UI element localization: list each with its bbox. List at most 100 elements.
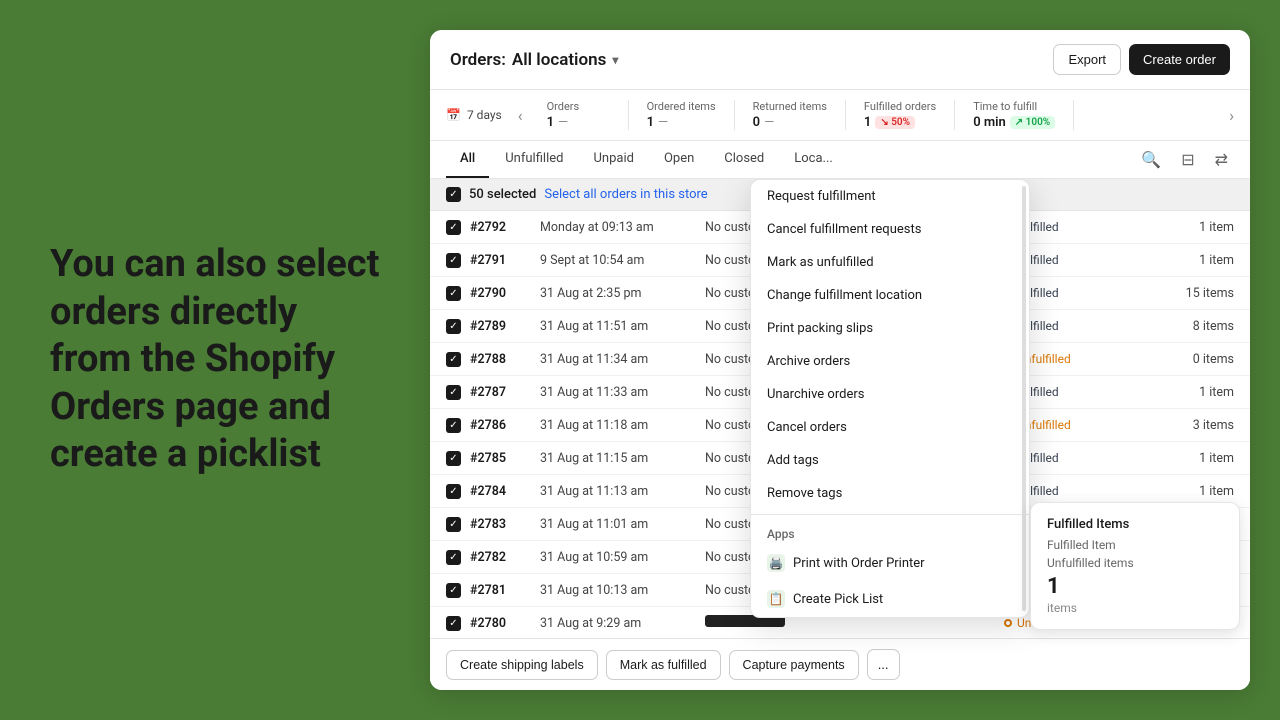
bottom-bar: Create shipping labels Mark as fulfilled… [430,638,1250,690]
dropdown-item[interactable]: Cancel fulfillment requests [751,213,1029,246]
orders-title-text: Orders: [450,50,506,70]
orders-title: Orders: All locations ▾ [450,50,618,70]
info-popup-items-label: items [1047,601,1223,615]
dropdown-item[interactable]: Add tags [751,444,1029,477]
stats-date[interactable]: 📅 7 days [446,108,502,122]
info-popup-unfulfilled: Unfulfilled items [1047,556,1223,570]
dropdown-item[interactable]: Archive orders [751,345,1029,378]
order-id: #2792 [470,220,540,235]
row-checkbox[interactable]: ✓ [446,384,470,400]
row-checkbox[interactable]: ✓ [446,219,470,235]
select-all-checkbox[interactable]: ✓ [446,187,461,202]
order-items: 1 item [1164,253,1234,268]
stat-orders: Orders 1 — [529,100,629,130]
filter-icon[interactable]: ⊟ [1175,146,1200,174]
sort-icon[interactable]: ⇄ [1209,146,1234,174]
order-date: Monday at 09:13 am [540,220,705,235]
checkbox-icon: ✓ [446,451,461,466]
order-id: #2784 [470,484,540,499]
row-checkbox[interactable]: ✓ [446,549,470,565]
tab-open[interactable]: Open [650,141,708,178]
row-checkbox[interactable]: ✓ [446,582,470,598]
dropdown-item[interactable]: Unarchive orders [751,378,1029,411]
content-area: ✓ 50 selected Select all orders in this … [430,179,1250,690]
dropdown-item-label: Add tags [767,453,819,468]
order-items: 15 items [1164,286,1234,301]
order-date: 31 Aug at 9:29 am [540,616,705,631]
stats-next-icon[interactable]: › [1229,106,1234,125]
action-dropdown: Request fulfillment Cancel fulfillment re… [750,179,1030,618]
dropdown-item[interactable]: Request fulfillment [751,180,1029,213]
stat-time-value: 0 min ↗ 100% [973,115,1055,130]
order-id: #2786 [470,418,540,433]
row-checkbox[interactable]: ✓ [446,450,470,466]
left-panel: You can also select orders directly from… [0,181,430,539]
order-items: 3 items [1164,418,1234,433]
search-icon[interactable]: 🔍 [1135,146,1167,174]
row-checkbox[interactable]: ✓ [446,318,470,334]
create-shipping-button[interactable]: Create shipping labels [446,650,598,680]
row-checkbox[interactable]: ✓ [446,417,470,433]
dropdown-item-label: Cancel fulfillment requests [767,222,921,237]
tab-unpaid[interactable]: Unpaid [579,141,647,178]
row-checkbox[interactable]: ✓ [446,351,470,367]
stat-ordered-items: Ordered items 1 — [629,100,735,130]
dropdown-item-label: Remove tags [767,486,842,501]
checkbox-icon: ✓ [446,616,461,631]
order-date: 31 Aug at 11:15 am [540,451,705,466]
row-checkbox[interactable]: ✓ [446,252,470,268]
mark-fulfilled-button[interactable]: Mark as fulfilled [606,650,721,680]
chevron-down-icon: ▾ [612,53,618,67]
checkbox-icon: ✓ [446,286,461,301]
order-id: #2785 [470,451,540,466]
dropdown-item[interactable]: Remove tags [751,477,1029,510]
stat-returned: Returned items 0 — [735,100,846,130]
stat-ordered-label: Ordered items [647,100,716,113]
order-id: #2780 [470,616,540,631]
tab-loca[interactable]: Loca... [780,141,847,178]
order-date: 31 Aug at 11:34 am [540,352,705,367]
dropdown-item[interactable]: Print packing slips [751,312,1029,345]
info-popup-title: Fulfilled Items [1047,517,1223,532]
select-all-link[interactable]: Select all orders in this store [544,187,707,202]
dropdown-item-label: Request fulfillment [767,189,876,204]
order-items: 1 item [1164,385,1234,400]
tab-unfulfilled[interactable]: Unfulfilled [491,141,577,178]
dropdown-divider [751,514,1029,515]
app-icon: 🖨️ [767,554,785,572]
order-items: 8 items [1164,319,1234,334]
stat-orders-label: Orders [547,100,610,113]
dropdown-app-item[interactable]: 🖨️Print with Order Printer [751,545,1029,581]
tab-closed[interactable]: Closed [710,141,778,178]
row-checkbox[interactable]: ✓ [446,285,470,301]
dropdown-app-item[interactable]: 📋Create Pick List [751,581,1029,617]
row-checkbox[interactable]: ✓ [446,615,470,631]
dropdown-item[interactable]: Change fulfillment location [751,279,1029,312]
stat-fulfilled-value: 1 ↘ 50% [864,115,936,130]
order-items: 1 item [1164,220,1234,235]
dropdown-item[interactable]: Mark as unfulfilled [751,246,1029,279]
order-id: #2783 [470,517,540,532]
stats-prev-icon[interactable]: ‹ [512,106,529,125]
stat-fulfilled: Fulfilled orders 1 ↘ 50% [846,100,955,130]
order-id: #2790 [470,286,540,301]
stat-time-label: Time to fulfill [973,100,1055,113]
stat-ordered-value: 1 — [647,115,716,130]
stat-orders-value: 1 — [547,115,610,130]
order-date: 9 Sept at 10:54 am [540,253,705,268]
orders-location[interactable]: All locations [512,50,606,70]
stat-time-badge: ↗ 100% [1010,116,1055,129]
create-order-button[interactable]: Create order [1129,44,1230,75]
stat-time: Time to fulfill 0 min ↗ 100% [955,100,1074,130]
tab-all[interactable]: All [446,141,489,178]
more-actions-button[interactable]: ... [867,649,900,680]
export-button[interactable]: Export [1053,44,1121,75]
capture-payments-button[interactable]: Capture payments [729,650,859,680]
dropdown-item[interactable]: Cancel orders [751,411,1029,444]
checkbox-icon: ✓ [446,484,461,499]
checkbox-icon: ✓ [446,385,461,400]
row-checkbox[interactable]: ✓ [446,483,470,499]
checkbox-icon: ✓ [446,418,461,433]
row-checkbox[interactable]: ✓ [446,516,470,532]
order-date: 31 Aug at 11:18 am [540,418,705,433]
